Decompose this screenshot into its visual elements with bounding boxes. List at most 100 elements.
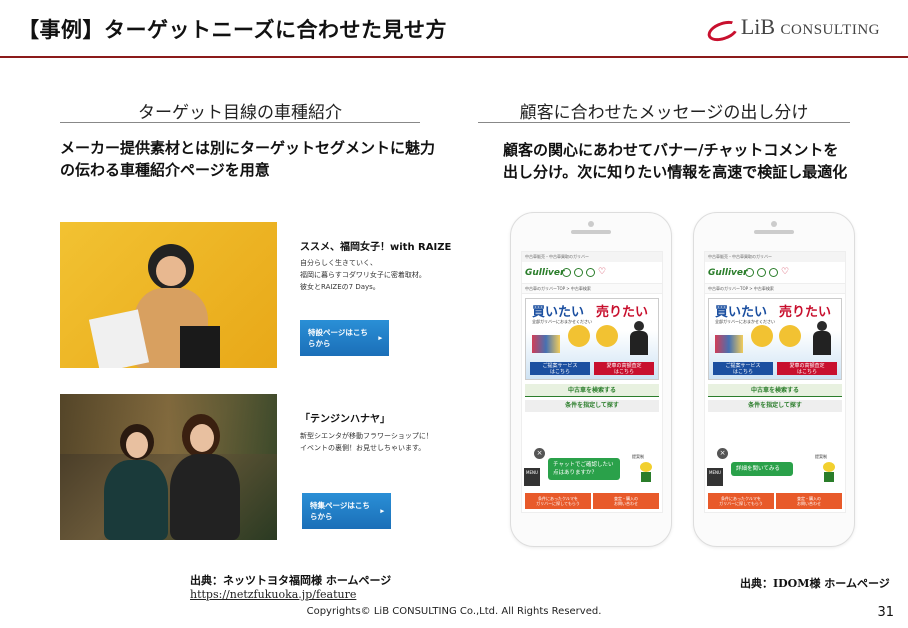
favorite-heart-icon[interactable]: ♡	[781, 268, 790, 277]
site-nav: Gulliver ♡	[705, 262, 845, 284]
site-top-bar: 中古車販売・中古車買取のガリバー	[705, 252, 845, 262]
logo-text: LiB CONSULTING	[741, 14, 880, 40]
gulliver-logo[interactable]: Gulliver	[708, 268, 747, 278]
buy-sell-banner[interactable]: 買いたい 売りたい 全部ガリバーにおまかせください ご提案サービス はこちら 愛車…	[525, 298, 659, 380]
btn-line: はこちら	[549, 369, 570, 375]
search-by-condition-button[interactable]: 条件を指定して探す	[525, 400, 659, 412]
left-source-link[interactable]: https://netzfukuoka.jp/feature	[190, 588, 356, 601]
breadcrumb: 中古車のガリバーTOP > 中古車検索	[522, 284, 662, 294]
store-search-icon[interactable]	[769, 268, 778, 277]
card-title: 「テンジンハナヤ」	[300, 414, 390, 425]
title-divider	[0, 56, 908, 58]
banner-sell-text: 売りたい	[779, 305, 832, 320]
chat-line: 詳細を聞いてみる	[736, 466, 780, 472]
left-subtitle-line: の伝わる車種紹介ページを用意	[60, 161, 270, 179]
btn-line: はこちら	[732, 369, 753, 375]
banner-circle-badge	[751, 325, 773, 347]
phone-speaker	[571, 230, 611, 234]
chat-tag: 提案制	[815, 454, 827, 459]
btn-line: お問い合わせ	[797, 501, 821, 506]
card-text-line: 福岡に暮らすコダワリ女子に密着取材。	[300, 271, 426, 279]
search-used-car-button[interactable]: 中古車を検索する	[708, 384, 842, 397]
raize-woman-photo	[60, 222, 277, 368]
btn-line: ガリバーに探してもらう	[719, 501, 763, 506]
store-search-icon[interactable]	[586, 268, 595, 277]
left-subtitle: メーカー提供素材とは別にターゲットセグメントに魅力 の伝わる車種紹介ページを用意	[60, 137, 435, 181]
chat-line: 点はありますか？	[553, 470, 598, 476]
phone-camera	[771, 221, 777, 227]
left-source-label: 出典：ネッツトヨタ福岡様 ホームページ	[190, 574, 392, 587]
photo-person1-face	[126, 432, 148, 458]
photo-flowers-bg	[60, 394, 277, 454]
button-label-line: 特集ページはこち	[310, 501, 370, 510]
button-label-line: らから	[308, 339, 331, 348]
car-search-icon[interactable]	[574, 268, 583, 277]
favorite-heart-icon[interactable]: ♡	[598, 268, 607, 277]
menu-icon[interactable]: MENU	[707, 468, 723, 486]
appraisal-button[interactable]: 愛車の高額査定 はこちら	[594, 362, 654, 375]
banner-person-image	[813, 321, 831, 355]
car-sell-icon[interactable]	[562, 268, 571, 277]
flower-shop-photo	[60, 394, 277, 540]
btn-line: はこちら	[796, 369, 817, 375]
chat-character-icon	[638, 462, 654, 482]
logo-swoosh-icon	[705, 16, 735, 38]
button-label-line: らから	[310, 512, 333, 521]
photo-person1-body	[104, 460, 168, 540]
right-source-label: 出典：IDOM様 ホームページ	[740, 577, 890, 590]
close-icon[interactable]: ×	[717, 448, 728, 459]
phone-camera	[588, 221, 594, 227]
arrow-right-icon: ▸	[380, 508, 384, 515]
photo-person2-body	[170, 454, 240, 540]
page-number: 31	[877, 605, 894, 620]
car-search-icon[interactable]	[757, 268, 766, 277]
company-logo: LiB CONSULTING	[705, 14, 880, 40]
logo-sub-text: CONSULTING	[780, 22, 880, 38]
banner-cars-image	[532, 335, 560, 353]
find-car-button[interactable]: 条件にあったクルマを ガリバーに探してもらう	[708, 493, 774, 509]
chat-message-bubble[interactable]: 詳細を聞いてみる	[731, 462, 793, 476]
site-top-bar: 中古車販売・中古車買取のガリバー	[522, 252, 662, 262]
breadcrumb: 中古車のガリバーTOP > 中古車検索	[705, 284, 845, 294]
search-used-car-button[interactable]: 中古車を検索する	[525, 384, 659, 397]
left-section-rule	[60, 122, 420, 123]
search-by-condition-button[interactable]: 条件を指定して探す	[708, 400, 842, 412]
feature-page-button[interactable]: 特集ページはこち らから ▸	[302, 493, 391, 529]
phone-screen: 中古車販売・中古車買取のガリバー Gulliver ♡ 中古車のガリバーTOP …	[704, 251, 846, 513]
chat-widget: × MENU 詳細を聞いてみる 提案制	[705, 448, 845, 494]
btn-line: ガリバーに探してもらう	[536, 501, 580, 506]
proposal-service-button[interactable]: ご提案サービス はこちら	[530, 362, 590, 375]
proposal-service-button[interactable]: ご提案サービス はこちら	[713, 362, 773, 375]
banner-person-image	[630, 321, 648, 355]
card-text-line: 新型シエンタが移動フラワーショップに！	[300, 432, 433, 440]
bottom-action-bar: 条件にあったクルマを ガリバーに探してもらう 査定・購入の お問い合わせ	[525, 493, 659, 509]
buy-sell-banner[interactable]: 買いたい 売りたい 全部ガリバーにおまかせください ご提案サービス はこちら 愛車…	[708, 298, 842, 380]
find-car-button[interactable]: 条件にあったクルマを ガリバーに探してもらう	[525, 493, 591, 509]
button-label-line: 特設ページはこち	[308, 328, 368, 337]
chat-line: チャットでご確認したい	[553, 462, 614, 468]
banner-sell-text: 売りたい	[596, 305, 649, 320]
card-description: 新型シエンタが移動フラワーショップに！ イベントの裏側！お見せしちゃいます。	[300, 430, 460, 454]
chat-character-icon	[821, 462, 837, 482]
phone-mockup-1: 中古車販売・中古車買取のガリバー Gulliver ♡ 中古車のガリバーTOP …	[510, 212, 672, 547]
menu-icon[interactable]: MENU	[524, 468, 540, 486]
right-section-title: 顧客に合わせたメッセージの出し分け	[519, 103, 809, 123]
inquiry-button[interactable]: 査定・購入の お問い合わせ	[776, 493, 842, 509]
car-sell-icon[interactable]	[745, 268, 754, 277]
right-subtitle-line: 出し分け。次に知りたい情報を高速で検証し最適化	[503, 163, 848, 181]
phone-mockup-2: 中古車販売・中古車買取のガリバー Gulliver ♡ 中古車のガリバーTOP …	[693, 212, 855, 547]
chat-tag: 提案制	[632, 454, 644, 459]
right-subtitle-line: 顧客の関心にあわせてバナー/チャットコメントを	[503, 141, 839, 159]
chat-message-bubble[interactable]: チャットでご確認したい 点はありますか？	[548, 458, 620, 480]
appraisal-button[interactable]: 愛車の高額査定 はこちら	[777, 362, 837, 375]
phone-speaker	[754, 230, 794, 234]
gulliver-logo[interactable]: Gulliver	[525, 268, 564, 278]
close-icon[interactable]: ×	[534, 448, 545, 459]
photo-person-face	[156, 256, 186, 286]
special-page-button[interactable]: 特設ページはこち らから ▸	[300, 320, 389, 356]
banner-cars-image	[715, 335, 743, 353]
inquiry-button[interactable]: 査定・購入の お問い合わせ	[593, 493, 659, 509]
chat-widget: × MENU チャットでご確認したい 点はありますか？ 提案制	[522, 448, 662, 494]
bottom-action-bar: 条件にあったクルマを ガリバーに探してもらう 査定・購入の お問い合わせ	[708, 493, 842, 509]
copyright-footer: Copyrights© LiB CONSULTING Co.,Ltd. All …	[306, 606, 602, 617]
